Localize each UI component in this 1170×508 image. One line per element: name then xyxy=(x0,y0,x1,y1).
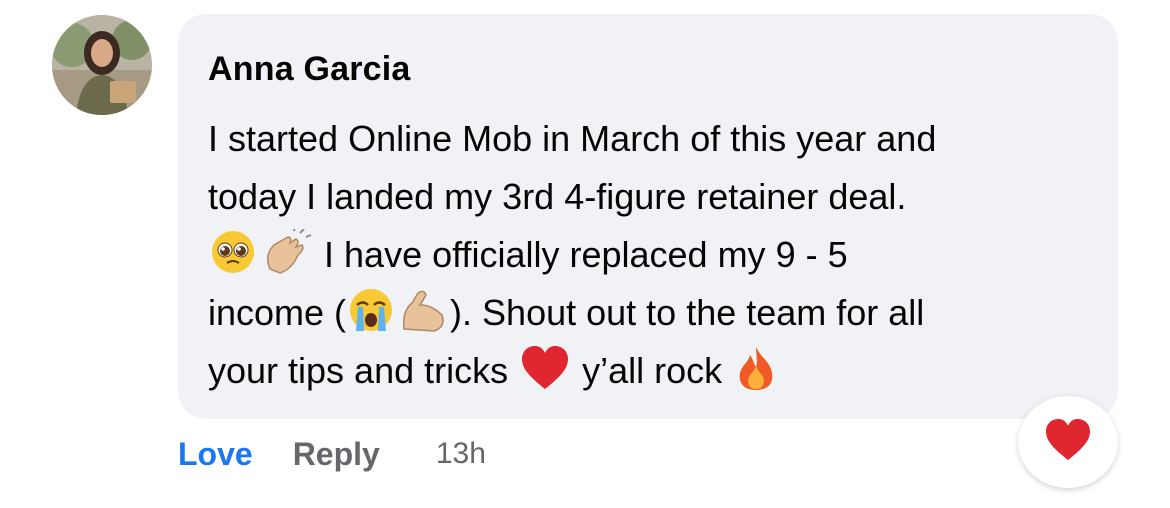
reaction-badge[interactable] xyxy=(1018,396,1118,488)
avatar[interactable] xyxy=(52,15,152,115)
timestamp[interactable]: 13h xyxy=(436,437,486,471)
clapping-hands-icon xyxy=(260,226,312,292)
love-button[interactable]: Love xyxy=(178,436,253,473)
red-heart-icon xyxy=(1043,418,1093,467)
crying-face-icon xyxy=(348,287,394,350)
comment-bubble: Anna Garcia I started Online Mob in Marc… xyxy=(178,14,1118,419)
flexed-biceps-icon xyxy=(398,287,448,350)
comment-line: I started Online Mob in March of this ye… xyxy=(208,118,937,159)
fire-icon xyxy=(734,345,778,408)
comment-line: I have officially replaced my 9 - 5 xyxy=(208,226,1088,284)
author-name[interactable]: Anna Garcia xyxy=(208,50,411,89)
pleading-face-icon xyxy=(210,229,256,292)
red-heart-icon xyxy=(520,345,570,408)
comment-line: your tips and tricks y’all rock xyxy=(208,342,1088,400)
comment-text: I started Online Mob in March of this ye… xyxy=(208,110,1088,400)
comment-line: income ( ). Shout out to the team for al… xyxy=(208,284,1088,342)
reply-button[interactable]: Reply xyxy=(293,436,380,473)
comment-actions: Love Reply 13h xyxy=(178,432,486,476)
comment-line: today I landed my 3rd 4-figure retainer … xyxy=(208,176,907,217)
